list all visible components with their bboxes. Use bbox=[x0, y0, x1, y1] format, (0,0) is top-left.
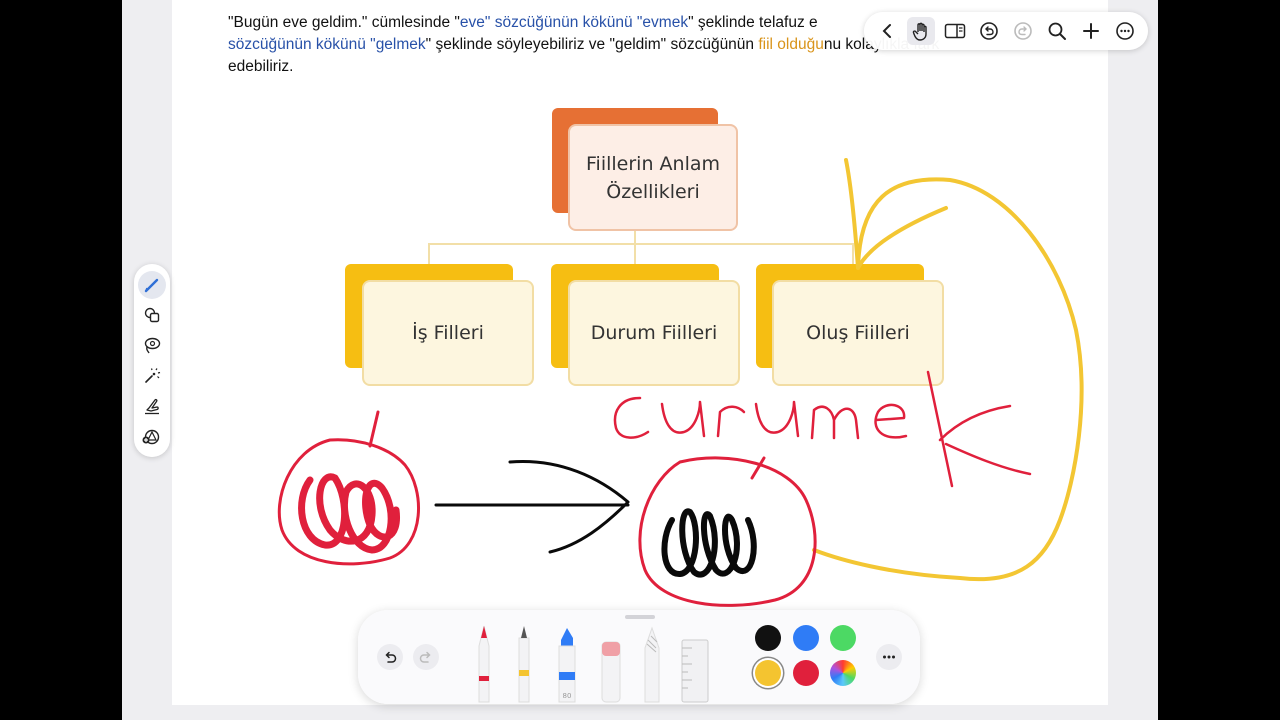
shapes-button[interactable] bbox=[138, 301, 166, 329]
child-box-2: Durum Fiilleri bbox=[568, 280, 740, 386]
child-box-1-text: İş Filleri bbox=[412, 322, 484, 344]
top-box-line2: Özellikleri bbox=[606, 180, 700, 203]
connector-right bbox=[852, 243, 854, 265]
toolbar-grab-handle[interactable] bbox=[625, 615, 655, 619]
tool-rail bbox=[134, 264, 170, 457]
laser-pointer-button[interactable] bbox=[138, 362, 166, 390]
highlighter-size-label: 80 bbox=[563, 692, 572, 700]
search-button[interactable] bbox=[1043, 17, 1071, 45]
add-icon bbox=[1083, 23, 1099, 39]
highlighter-tool[interactable]: 80 bbox=[558, 628, 576, 703]
text-seg-4: sözcüğünün kökünü "gelmek bbox=[228, 36, 426, 53]
pen-icon bbox=[144, 278, 159, 293]
connector-left bbox=[428, 243, 430, 265]
text-seg-8: edebiliriz. bbox=[228, 58, 294, 75]
more-icon bbox=[883, 655, 895, 659]
more-icon bbox=[1116, 22, 1134, 40]
redo-icon bbox=[1014, 22, 1032, 40]
marker-tool[interactable] bbox=[518, 626, 530, 703]
undo-history-button[interactable] bbox=[975, 17, 1003, 45]
color-swatch-black[interactable] bbox=[755, 625, 781, 651]
hand-icon bbox=[912, 22, 927, 41]
shapes-icon bbox=[144, 308, 160, 323]
child-box-2-text: Durum Fiilleri bbox=[590, 322, 718, 344]
text-seg-5: " şeklinde söyleyebiliriz ve "geldim" sö… bbox=[425, 36, 759, 53]
child-box-1: İş Filleri bbox=[362, 280, 534, 386]
color-picker-wheel[interactable] bbox=[830, 660, 856, 686]
shapes-add-button[interactable] bbox=[138, 422, 166, 450]
connector-mid bbox=[634, 243, 636, 265]
finger-draw-icon bbox=[145, 398, 159, 414]
top-box-line1: Fiillerin Anlam bbox=[586, 152, 720, 175]
more-options-button[interactable] bbox=[1111, 17, 1139, 45]
pen-tools-tray: 80 bbox=[478, 625, 709, 703]
hand-tool-button[interactable] bbox=[907, 17, 935, 45]
text-seg-6: fiil olduğu bbox=[758, 36, 824, 53]
eraser-tool[interactable] bbox=[601, 641, 621, 703]
text-seg-3: " şeklinde telafuz e bbox=[688, 14, 818, 31]
text-seg-1: "Bugün eve geldim." cümlesinde " bbox=[228, 14, 460, 31]
color-swatch-yellow[interactable] bbox=[755, 660, 781, 686]
color-swatch-blue[interactable] bbox=[793, 625, 819, 651]
pen-mode-button[interactable] bbox=[138, 271, 166, 300]
connector-horizontal bbox=[428, 243, 854, 245]
lasso-icon bbox=[144, 338, 161, 354]
finger-draw-button[interactable] bbox=[138, 392, 166, 420]
ruler-tool[interactable] bbox=[681, 639, 709, 703]
pen-redo-button[interactable] bbox=[413, 644, 439, 670]
undo-icon bbox=[385, 651, 397, 663]
redo-history-button[interactable] bbox=[1009, 17, 1037, 45]
undo-history-icon bbox=[980, 22, 998, 40]
child-box-3-text: Oluş Fiilleri bbox=[806, 322, 910, 344]
top-box: Fiillerin Anlam Özellikleri bbox=[568, 124, 738, 231]
top-toolbar bbox=[864, 12, 1148, 50]
child-box-3: Oluş Fiilleri bbox=[772, 280, 944, 386]
pen-more-button[interactable] bbox=[876, 644, 902, 670]
lasso-button[interactable] bbox=[138, 331, 166, 359]
search-icon bbox=[1048, 22, 1066, 40]
back-button[interactable] bbox=[873, 17, 901, 45]
shapes-add-icon bbox=[142, 429, 160, 445]
add-page-button[interactable] bbox=[1077, 17, 1105, 45]
color-swatch-red[interactable] bbox=[793, 660, 819, 686]
reader-icon bbox=[944, 23, 966, 39]
back-icon bbox=[882, 24, 891, 38]
top-box-text: Fiillerin Anlam Özellikleri bbox=[586, 150, 720, 206]
reader-mode-button[interactable] bbox=[941, 17, 969, 45]
pen-undo-button[interactable] bbox=[377, 644, 403, 670]
color-swatch-green[interactable] bbox=[830, 625, 856, 651]
redo-icon bbox=[419, 651, 431, 663]
pencil-tool[interactable] bbox=[644, 626, 660, 703]
laser-icon bbox=[145, 367, 161, 383]
text-seg-2: eve" sözcüğünün kökünü "evmek bbox=[459, 14, 689, 31]
pen-tool[interactable] bbox=[478, 625, 490, 703]
